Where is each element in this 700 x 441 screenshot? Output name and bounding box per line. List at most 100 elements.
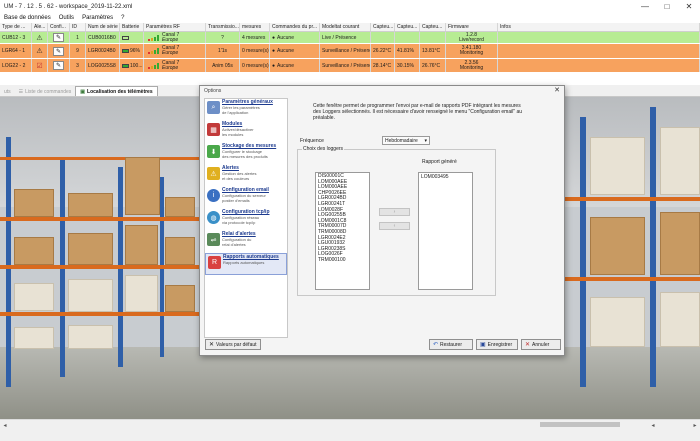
nav-desc: postier d'emails xyxy=(222,198,250,203)
chevron-down-icon: ▾ xyxy=(424,138,427,144)
cell-type: CUB12 - 3 xyxy=(0,32,32,43)
horizontal-scrollbar[interactable]: ◂ ◂ ▸ xyxy=(0,419,700,429)
dialog-title: Options xyxy=(204,88,222,94)
col-rf[interactable]: Paramètres RF xyxy=(144,23,206,31)
nav-desc: Rapports automatiques xyxy=(223,260,265,265)
table-header: Type de ... Ale... Confi... ID Num de sé… xyxy=(0,23,700,32)
scroll-thumb[interactable] xyxy=(540,422,620,427)
cell-infos xyxy=(498,44,700,58)
col-capteur-3[interactable]: Capteu... xyxy=(420,23,446,31)
list-item[interactable]: LOM003495 xyxy=(421,174,470,180)
table-row[interactable]: CUB12 - 3 ⚠ ✎ 1 CUB0016B0 Canal 7 Europe … xyxy=(0,32,700,44)
cell-serial: CUB0016B0 xyxy=(86,32,120,43)
command-icon: ● xyxy=(272,34,276,41)
restore-button[interactable]: ↶ Restaurer xyxy=(429,339,473,350)
edit-config-icon[interactable]: ✎ xyxy=(53,61,64,70)
col-infos[interactable]: Infos xyxy=(498,23,700,31)
cell-capteur-2 xyxy=(395,32,420,43)
list-item[interactable]: TRM000100 xyxy=(318,257,367,264)
menu-base-de-donnees[interactable]: Base de données xyxy=(0,15,55,21)
table-row[interactable]: LGR64 - 1 ⚠ ✎ 9 LGR0024B0 96% Canal 7 Eur… xyxy=(0,44,700,59)
cell-transmission: ? xyxy=(206,32,240,43)
tab-uts[interactable]: uts xyxy=(0,87,15,96)
save-button[interactable]: ▣ Enregistrer xyxy=(476,339,518,350)
undo-icon: ↶ xyxy=(433,342,439,348)
nav-configuration-email[interactable]: i Configuration email Configuration du se… xyxy=(205,187,287,209)
close-window-button[interactable]: ✕ xyxy=(678,0,700,13)
menu-parametres[interactable]: Paramètres xyxy=(78,15,117,21)
command-icon: ● xyxy=(272,48,276,54)
cell-infos xyxy=(498,32,700,43)
cell-capteur-1 xyxy=(371,32,395,43)
floppy-icon: ▣ xyxy=(480,342,486,348)
cancel-label: Annuler xyxy=(532,341,550,348)
nav-relai-alertes[interactable]: ⇌ Relai d'alertes Configuration du relai d… xyxy=(205,231,287,253)
cell-capteur-2: 30.15% xyxy=(395,59,420,72)
battery-icon xyxy=(122,35,129,40)
nav-alertes[interactable]: ⚠ Alertes Gestion des alertes et des coule… xyxy=(205,165,287,187)
col-firmware[interactable]: Firmware xyxy=(446,23,498,31)
cell-firmware-mode: Monitoring xyxy=(459,50,484,56)
edit-config-icon[interactable]: ✎ xyxy=(53,33,64,42)
report-icon: R xyxy=(208,256,221,269)
nav-parametres-generaux[interactable]: ⌕ Paramètres généraux Gérer les paramètre… xyxy=(205,99,287,121)
col-capteur-2[interactable]: Capteu... xyxy=(395,23,420,31)
selected-loggers-list[interactable]: LOM003495 xyxy=(418,172,473,290)
cell-mode: Surveillance / Présence xyxy=(320,59,371,72)
nav-desc: des mesures des produits xyxy=(222,154,268,159)
warning-icon: ⚠ xyxy=(36,34,43,42)
move-left-button[interactable]: ‹ xyxy=(379,222,410,230)
available-loggers-list[interactable]: DIS00001C LOM000AEE LOM000AEE CHP0026EE … xyxy=(315,172,370,290)
menu-outils[interactable]: Outils xyxy=(55,15,78,21)
info-icon: i xyxy=(207,189,220,202)
cell-id: 3 xyxy=(70,59,86,72)
nav-configuration-tcpip[interactable]: ◍ Configuration tcp/ip Configuration rése… xyxy=(205,209,287,231)
col-battery[interactable]: Batterie xyxy=(120,23,144,31)
nav-rapports-automatiques[interactable]: R Rapports automatiques Rapports automati… xyxy=(205,253,287,275)
col-capteur-1[interactable]: Capteu... xyxy=(371,23,395,31)
warning-icon: ⚠ xyxy=(207,167,220,180)
tab-localisation[interactable]: ▣ Localisation des télémètres xyxy=(75,86,158,96)
minimize-button[interactable]: — xyxy=(634,0,656,13)
cell-mesures: 0 mesure(s)... xyxy=(240,59,270,72)
nav-stockage[interactable]: ⬇ Stockage des mesures Configurer le stoc… xyxy=(205,143,287,165)
nav-desc: via protocole tcp/ip xyxy=(222,220,256,225)
table-row[interactable]: LOG22 - 2 ☑ ✎ 3 LOG0025S8 100... Canal 7… xyxy=(0,59,700,73)
defaults-button[interactable]: ✕ Valeurs par défaut xyxy=(205,339,261,350)
cell-id: 9 xyxy=(70,44,86,58)
dialog-close-button[interactable]: ✕ xyxy=(554,86,560,94)
maximize-button[interactable]: □ xyxy=(656,0,678,13)
relay-icon: ⇌ xyxy=(207,233,220,246)
cancel-button[interactable]: ✕ Annuler xyxy=(521,339,561,350)
cell-commande: Aucune xyxy=(277,34,294,41)
close-icon: ✕ xyxy=(209,342,215,348)
cell-serial: LGR0024B0 xyxy=(86,44,120,58)
col-transmission[interactable]: Transmissio... xyxy=(206,23,240,31)
nav-modules[interactable]: ▦ Modules Activer/désactiver les modules xyxy=(205,121,287,143)
rapports-panel: Cette fenêtre permet de programmer l'env… xyxy=(291,98,561,338)
col-alert[interactable]: Ale... xyxy=(32,23,48,31)
options-dialog: Options ✕ ⌕ Paramètres généraux Gérer les… xyxy=(199,85,565,356)
cell-capteur-3 xyxy=(420,32,446,43)
battery-icon xyxy=(122,63,129,68)
tab-uts-label: uts xyxy=(4,88,11,95)
menu-help[interactable]: ? xyxy=(117,15,128,21)
col-mesures[interactable]: mesures xyxy=(240,23,270,31)
tab-liste-de-commandes[interactable]: ☰ Liste de commandes xyxy=(15,87,76,96)
move-right-button[interactable]: › xyxy=(379,208,410,216)
col-commandes[interactable]: Commandes du pr... xyxy=(270,23,320,31)
defaults-label: Valeurs par défaut xyxy=(216,341,257,348)
col-serial[interactable]: Num de série xyxy=(86,23,120,31)
check-icon: ☑ xyxy=(36,62,43,70)
signal-icon xyxy=(148,62,159,69)
options-nav: ⌕ Paramètres généraux Gérer les paramètre… xyxy=(204,98,288,338)
edit-config-icon[interactable]: ✎ xyxy=(53,46,64,56)
col-id[interactable]: ID xyxy=(70,23,86,31)
cell-mode: Live / Présence xyxy=(320,32,371,43)
status-bar xyxy=(0,429,700,441)
col-mode[interactable]: Modeltat courant xyxy=(320,23,371,31)
col-type[interactable]: Type de ... xyxy=(0,23,32,31)
col-config[interactable]: Confi... xyxy=(48,23,70,31)
frequence-select[interactable]: Hebdomadaire ▾ xyxy=(382,136,430,145)
cell-id: 1 xyxy=(70,32,86,43)
